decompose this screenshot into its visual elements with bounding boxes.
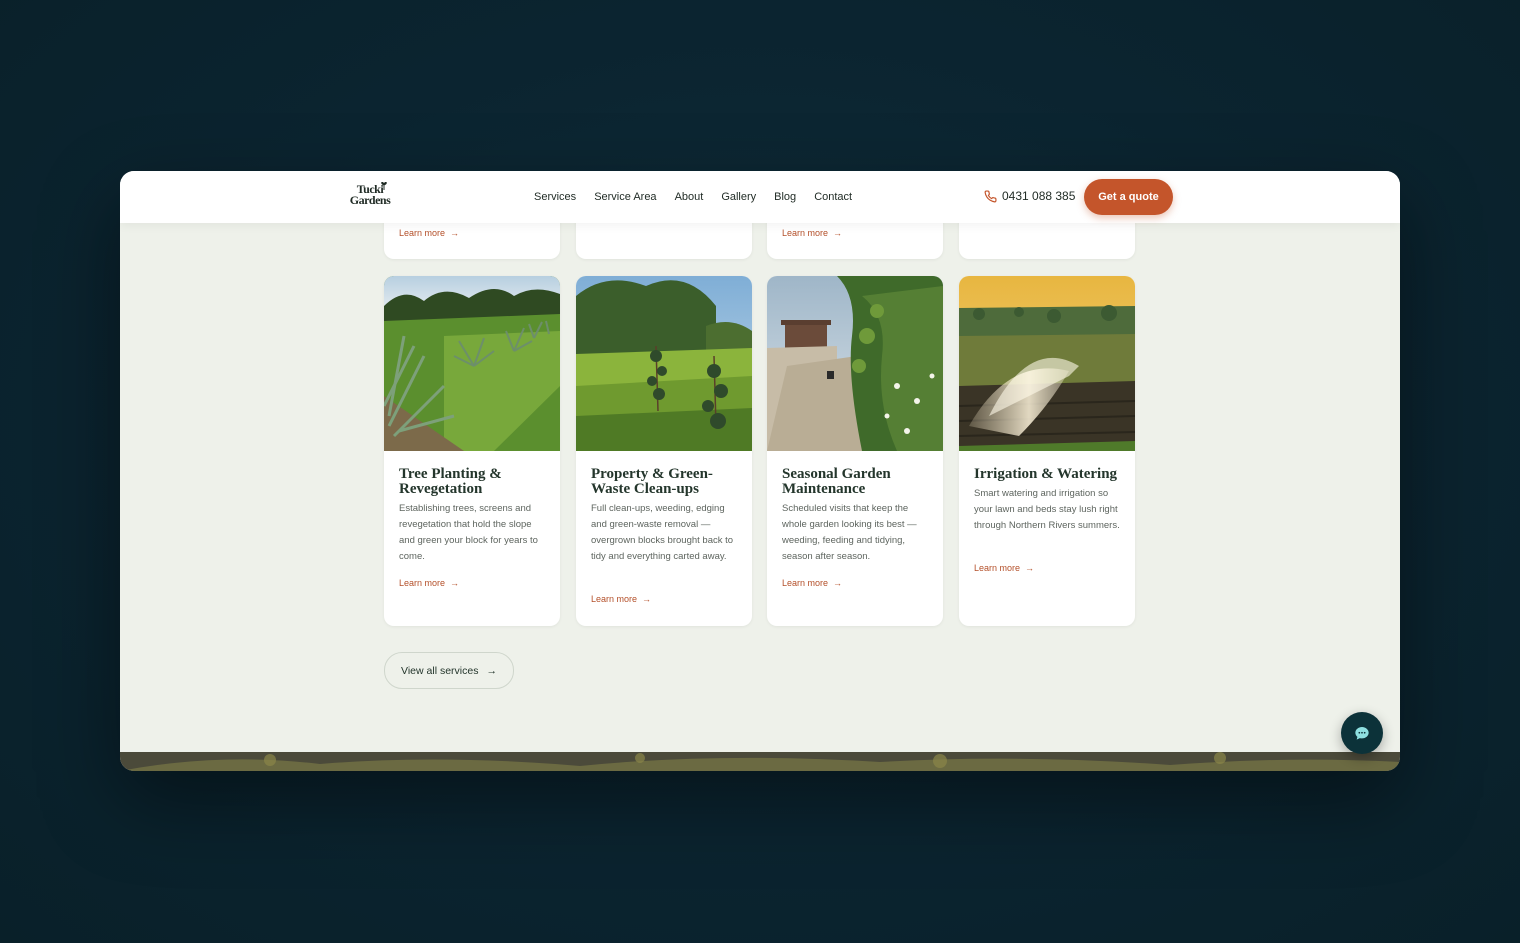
arrow-right-icon: →	[1025, 563, 1035, 573]
get-a-quote-button[interactable]: Get a quote	[1084, 179, 1173, 215]
site-header: Tucki Gardens Services Service Area Abou…	[120, 171, 1400, 223]
service-title: Irrigation & Watering	[974, 467, 1124, 482]
learn-more-link[interactable]: Learn more →	[591, 594, 651, 604]
irrigation-image	[959, 276, 1135, 451]
learn-more-label: Learn more	[974, 563, 1021, 573]
service-description: Establishing trees, screens and revegeta…	[399, 503, 538, 562]
phone-number: 0431 088 385	[1002, 189, 1076, 203]
title-line2: Maintenance	[782, 481, 866, 497]
nav-service-area[interactable]: Service Area	[594, 191, 656, 203]
title-line1: Property & Green-	[591, 466, 713, 482]
nav-gallery[interactable]: Gallery	[721, 191, 756, 203]
learn-more-label: Learn more	[591, 594, 638, 604]
site-logo[interactable]: Tucki Gardens	[347, 182, 393, 210]
service-description: Smart watering and irrigation so your la…	[974, 488, 1120, 531]
learn-more-label: Learn more	[399, 228, 446, 238]
service-title: Property & Green- Waste Clean-ups	[591, 467, 741, 497]
arrow-right-icon: →	[642, 594, 652, 604]
service-card-property-clean-ups[interactable]: Property & Green- Waste Clean-ups Full cl…	[576, 276, 752, 626]
title-line1: Seasonal Garden	[782, 466, 891, 482]
learn-more-link[interactable]: Learn more →	[399, 578, 459, 588]
service-card-tree-planting[interactable]: Tree Planting & Revegetation Establishing…	[384, 276, 560, 626]
arrow-right-icon: →	[833, 578, 843, 588]
browser-window: Tucki Gardens Services Service Area Abou…	[120, 171, 1400, 771]
service-description: Scheduled visits that keep the whole gar…	[782, 503, 917, 562]
phone-link[interactable]: 0431 088 385	[984, 189, 1075, 203]
phone-icon	[984, 189, 997, 202]
nav-about[interactable]: About	[675, 191, 704, 203]
nav-services[interactable]: Services	[534, 191, 576, 203]
service-title: Tree Planting & Revegetation	[399, 467, 549, 497]
title-line2: Waste Clean-ups	[591, 481, 699, 497]
leaf-icon	[381, 182, 387, 190]
arrow-right-icon: →	[833, 228, 843, 238]
view-all-services-button[interactable]: View all services →	[384, 652, 514, 689]
logo-line2: Gardens	[349, 193, 391, 207]
learn-more-label: Learn more	[782, 228, 829, 238]
learn-more-link[interactable]: Learn more →	[782, 228, 842, 238]
learn-more-link[interactable]: Learn more →	[399, 228, 459, 238]
learn-more-label: Learn more	[782, 578, 829, 588]
service-card-irrigation[interactable]: Irrigation & Watering Smart watering and…	[959, 276, 1135, 626]
arrow-right-icon: →	[486, 664, 497, 677]
property-clean-up-image	[576, 276, 752, 451]
tree-planting-image	[384, 276, 560, 451]
service-card-seasonal-maintenance[interactable]: Seasonal Garden Maintenance Scheduled vis…	[767, 276, 943, 626]
nav-contact[interactable]: Contact	[814, 191, 852, 203]
chat-button[interactable]	[1341, 712, 1383, 754]
chat-bubble-icon	[1355, 727, 1369, 740]
view-all-label: View all services	[401, 664, 479, 677]
title-line1: Tree Planting &	[399, 466, 502, 482]
service-description: Full clean-ups, weeding, edging and gree…	[591, 503, 734, 562]
footer-hero-image	[120, 752, 1400, 771]
learn-more-link[interactable]: Learn more →	[974, 563, 1034, 573]
service-title: Seasonal Garden Maintenance	[782, 467, 932, 497]
main-nav: Services Service Area About Gallery Blog…	[534, 171, 870, 223]
nav-blog[interactable]: Blog	[774, 191, 796, 203]
learn-more-label: Learn more	[399, 578, 446, 588]
seasonal-maintenance-image	[767, 276, 943, 451]
title-line2: Revegetation	[399, 481, 483, 497]
title-line1: Irrigation & Watering	[974, 466, 1118, 482]
arrow-right-icon: →	[450, 578, 460, 588]
learn-more-link[interactable]: Learn more →	[782, 578, 842, 588]
arrow-right-icon: →	[450, 228, 460, 238]
